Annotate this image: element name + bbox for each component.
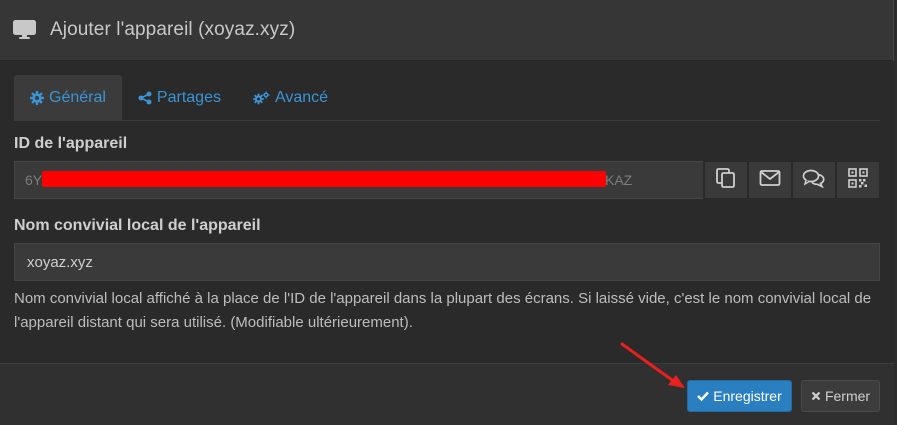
tab-advanced-label: Avancé xyxy=(274,89,329,106)
chat-button[interactable] xyxy=(792,161,837,199)
tab-general[interactable]: Général xyxy=(14,75,122,121)
save-button-label: Enregistrer xyxy=(713,388,782,404)
dialog-footer: Enregistrer Fermer xyxy=(0,363,894,425)
dialog-body: Général Partages Avancé ID de l'appareil… xyxy=(0,61,894,363)
email-button[interactable] xyxy=(748,161,793,199)
desktop-icon xyxy=(13,19,37,41)
close-button-label: Fermer xyxy=(824,388,871,404)
copy-icon xyxy=(715,167,737,194)
copy-button[interactable] xyxy=(704,161,749,199)
qrcode-button[interactable] xyxy=(836,161,881,199)
annotation-arrow xyxy=(620,342,685,388)
device-id-group: 6Y KAZ xyxy=(14,161,881,199)
device-id-suffix: KAZ xyxy=(605,172,633,188)
close-icon xyxy=(811,391,821,401)
add-device-dialog: Ajouter l'appareil (xoyaz.xyz) Général P… xyxy=(0,0,894,425)
chat-icon xyxy=(802,168,826,193)
dialog-header: Ajouter l'appareil (xoyaz.xyz) xyxy=(0,0,893,61)
gear-icon xyxy=(30,91,44,105)
redaction-bar xyxy=(42,171,606,187)
device-id-prefix: 6Y xyxy=(25,172,43,188)
check-icon xyxy=(697,391,710,401)
device-name-help: Nom convivial local affiché à la place d… xyxy=(14,290,872,331)
dialog-title: Ajouter l'appareil (xoyaz.xyz) xyxy=(50,19,296,40)
tab-advanced[interactable]: Avancé xyxy=(237,75,344,121)
tab-general-label: Général xyxy=(49,89,106,106)
tab-shares[interactable]: Partages xyxy=(122,75,237,121)
email-icon xyxy=(759,169,781,192)
device-name-field[interactable]: xoyaz.xyz xyxy=(14,243,880,281)
share-icon xyxy=(138,91,152,105)
close-button[interactable]: Fermer xyxy=(801,380,880,412)
device-name-label: Nom convivial local de l'appareil xyxy=(14,217,261,234)
tab-shares-label: Partages xyxy=(156,89,221,106)
save-button[interactable]: Enregistrer xyxy=(687,380,792,412)
tab-bar: Général Partages Avancé xyxy=(14,75,880,121)
device-id-label: ID de l'appareil xyxy=(14,135,128,152)
device-id-field[interactable]: 6Y KAZ xyxy=(14,161,704,199)
qrcode-icon xyxy=(848,167,868,193)
gears-icon xyxy=(253,91,270,105)
